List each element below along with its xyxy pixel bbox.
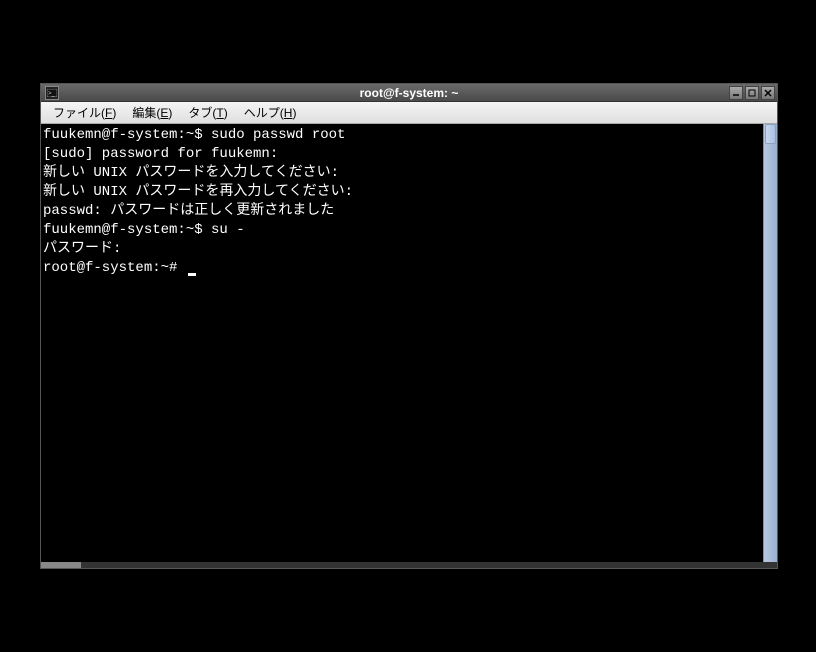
terminal-line: パスワード:: [43, 240, 761, 259]
terminal-window: >_ root@f-system: ~ ファイル(F) 編集(E) タブ(T) …: [40, 83, 778, 569]
terminal-line: fuukemn@f-system:~$ sudo passwd root: [43, 126, 761, 145]
window-titlebar[interactable]: >_ root@f-system: ~: [41, 84, 777, 102]
terminal-output[interactable]: fuukemn@f-system:~$ sudo passwd root[sud…: [41, 124, 763, 562]
terminal-line: 新しい UNIX パスワードを再入力してください:: [43, 183, 761, 202]
terminal-line: passwd: パスワードは正しく更新されました: [43, 202, 761, 221]
scrollbar-thumb[interactable]: [765, 124, 776, 144]
horizontal-scrollbar-thumb[interactable]: [41, 562, 81, 568]
app-icon: >_: [45, 86, 59, 100]
terminal-area: fuukemn@f-system:~$ sudo passwd root[sud…: [41, 124, 777, 562]
window-controls: [729, 86, 777, 100]
terminal-line: root@f-system:~#: [43, 259, 761, 278]
terminal-line: [sudo] password for fuukemn:: [43, 145, 761, 164]
menu-tabs[interactable]: タブ(T): [180, 102, 235, 123]
vertical-scrollbar[interactable]: [763, 124, 777, 562]
terminal-line: 新しい UNIX パスワードを入力してください:: [43, 164, 761, 183]
close-button[interactable]: [761, 86, 775, 100]
window-title: root@f-system: ~: [41, 86, 777, 100]
cursor: [188, 273, 196, 276]
menu-edit[interactable]: 編集(E): [124, 102, 180, 123]
svg-text:>_: >_: [48, 91, 56, 97]
terminal-line: fuukemn@f-system:~$ su -: [43, 221, 761, 240]
maximize-button[interactable]: [745, 86, 759, 100]
minimize-button[interactable]: [729, 86, 743, 100]
menu-help[interactable]: ヘルプ(H): [236, 102, 305, 123]
menu-file[interactable]: ファイル(F): [45, 102, 124, 123]
menubar: ファイル(F) 編集(E) タブ(T) ヘルプ(H): [41, 102, 777, 124]
horizontal-scrollbar[interactable]: [41, 562, 777, 568]
